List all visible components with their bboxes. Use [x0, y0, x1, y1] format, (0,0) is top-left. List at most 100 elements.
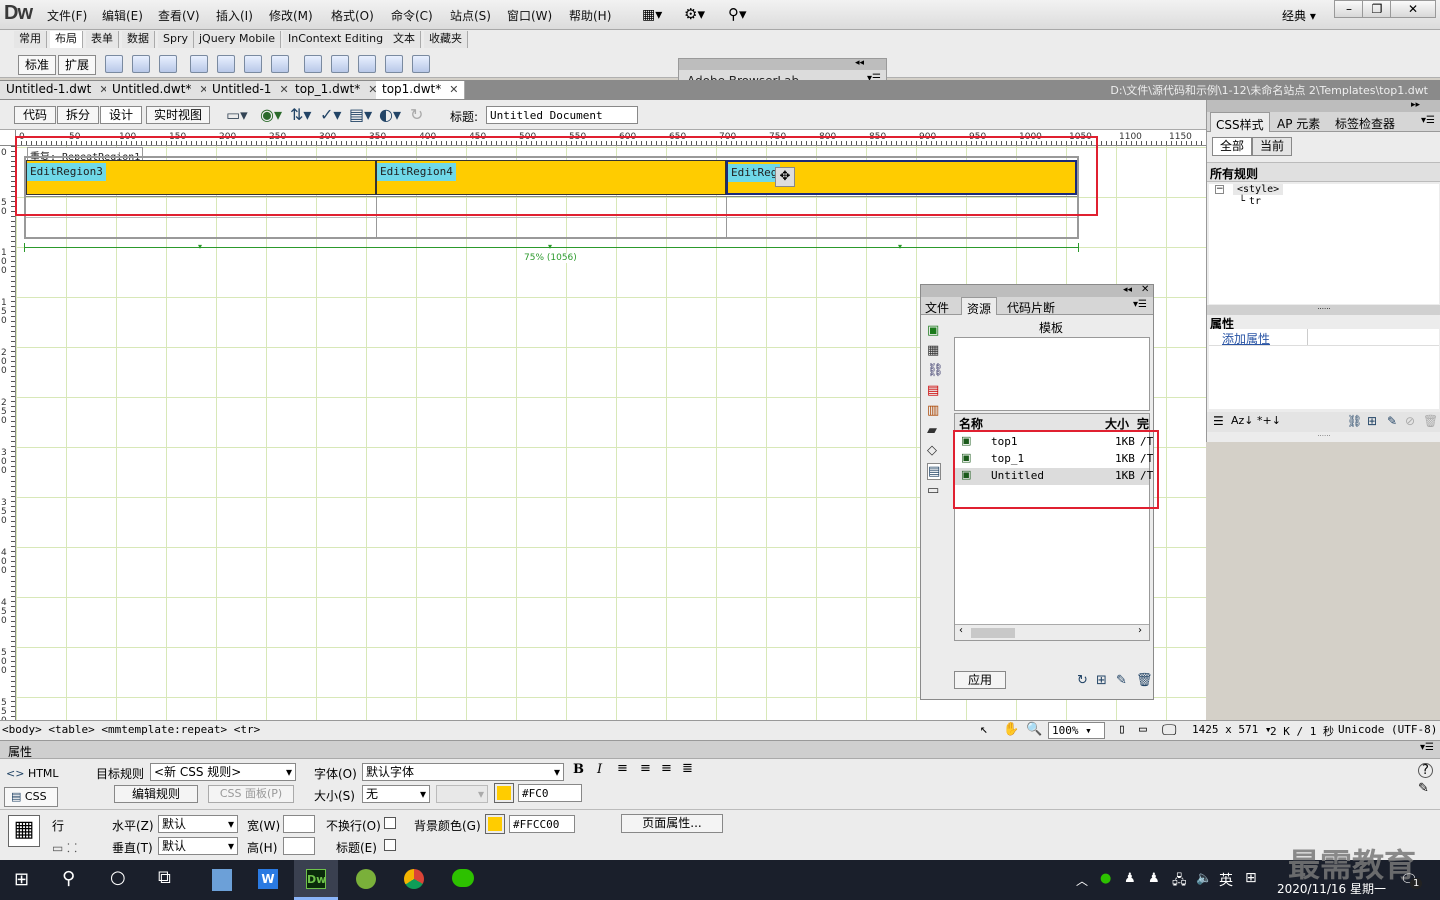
taskbar-app-wechat[interactable] [440, 860, 484, 900]
set-props-icon[interactable]: *+↓ [1257, 414, 1281, 427]
network-icon[interactable]: 🖧 [1172, 871, 1187, 893]
spry-accordion-icon[interactable] [244, 55, 262, 73]
document-title-input[interactable] [486, 106, 638, 124]
tab-files[interactable]: 文件 [925, 299, 949, 316]
menu-edit[interactable]: 编辑(E) [102, 7, 143, 24]
select-tool-icon[interactable]: ↖ [980, 722, 988, 737]
panel-menu-icon[interactable]: ▾☰ [1420, 742, 1434, 753]
ime-mode-icon[interactable]: ⊞ [1245, 870, 1257, 886]
css-mode-button[interactable]: ▤ CSS [4, 787, 58, 807]
search-icon[interactable]: ⚲ [62, 868, 75, 889]
shockwave-icon[interactable]: ▥ [927, 403, 939, 418]
collapse-icon[interactable]: ◂◂ [855, 58, 864, 68]
horizontal-scrollbar[interactable]: ‹ › [955, 624, 1149, 640]
tab-forms[interactable]: 表单 [86, 31, 119, 48]
urls-icon[interactable]: ⛓ [927, 363, 944, 378]
table-width-label[interactable]: 75% (1056) [522, 253, 579, 263]
multiscreen-icon[interactable]: ▭▾ [226, 106, 248, 124]
flash-icon[interactable]: ▤ [927, 383, 939, 398]
table-width-indicator[interactable]: ▾ ▾ ▾ 75% (1056) [24, 242, 1079, 263]
menu-window[interactable]: 窗口(W) [507, 7, 552, 24]
frames-icon[interactable] [385, 55, 403, 73]
browser-compat-icon[interactable]: ◐▾ [379, 105, 401, 124]
tab-assets[interactable]: 资源 [961, 297, 998, 316]
quick-tag-icon[interactable]: ✎ [1418, 781, 1429, 796]
iframe-icon[interactable] [412, 55, 430, 73]
menu-help[interactable]: 帮助(H) [569, 7, 611, 24]
align-center-icon[interactable]: ≡ [640, 761, 651, 776]
column-menu-icon[interactable]: ▾ [198, 242, 202, 251]
zoom-tool-icon[interactable]: 🔍 [1026, 722, 1042, 737]
menu-format[interactable]: 格式(O) [331, 7, 374, 24]
doc-tab[interactable]: Untitled.dwt* ✕ [106, 81, 216, 99]
taskbar-app-dreamweaver[interactable]: Dw [294, 860, 338, 900]
taskbar-app-notepad[interactable] [200, 860, 244, 900]
italic-button[interactable]: I [597, 762, 602, 777]
visual-aids-icon[interactable]: ▤▾ [349, 105, 372, 124]
tab-data[interactable]: 数据 [122, 31, 155, 48]
task-view-icon[interactable]: ⧉ [158, 867, 171, 888]
wechat-tray-icon[interactable]: ● [1100, 871, 1111, 886]
scripts-icon[interactable]: ◇ [927, 443, 937, 458]
target-rule-select[interactable]: <新 CSS 规则> ▾ [150, 763, 296, 781]
scroll-thumb[interactable] [971, 628, 1015, 638]
new-template-icon[interactable]: ⊞ [1096, 673, 1107, 688]
hand-tool-icon[interactable]: ✋ [1003, 722, 1019, 737]
tab-incontext[interactable]: InContext Editing [283, 31, 390, 48]
doc-tab[interactable]: Untitled-1 ✕ [206, 81, 296, 99]
align-justify-icon[interactable]: ≣ [682, 761, 693, 776]
zoom-select[interactable]: 100% ▾ [1048, 722, 1105, 739]
spry-collapsible-icon[interactable] [271, 55, 289, 73]
bgcolor-swatch[interactable] [485, 814, 505, 834]
panel-resize-handle[interactable]: ······ [1207, 432, 1440, 442]
chevron-up-icon[interactable]: ︿ [1076, 872, 1088, 889]
tab-jquery-mobile[interactable]: jQuery Mobile [194, 31, 282, 48]
tab-css-styles[interactable]: CSS样式 [1210, 112, 1270, 132]
colors-icon[interactable]: ▦ [927, 343, 939, 358]
tree-toggle-icon[interactable]: − [1215, 185, 1224, 194]
tab-favorites[interactable]: 收藏夹 [424, 31, 468, 48]
workspace-switcher[interactable]: 经典 ▾ [1282, 7, 1316, 24]
file-management-icon[interactable]: ⇅▾ [290, 105, 311, 124]
text-color-swatch[interactable] [494, 783, 514, 803]
tablet-size-icon[interactable]: ▭ [1139, 722, 1147, 737]
apply-button[interactable]: 应用 [954, 671, 1006, 689]
delete-icon[interactable]: 🗑 [1136, 673, 1153, 688]
bgcolor-input[interactable] [509, 815, 575, 833]
insert-div-icon[interactable] [132, 55, 150, 73]
font-select[interactable]: 默认字体 ▾ [362, 763, 564, 781]
doc-tab-active[interactable]: top1.dwt* ✕ [376, 81, 466, 99]
html-mode-button[interactable]: <> HTML [6, 767, 59, 780]
align-right-icon[interactable]: ≡ [661, 761, 672, 776]
close-button[interactable]: ✕ [1390, 0, 1436, 18]
tab-text[interactable]: 文本 [388, 31, 421, 48]
current-mode-button[interactable]: 当前 [1252, 137, 1292, 156]
width-input[interactable] [283, 815, 315, 833]
all-mode-button[interactable]: 全部 [1212, 137, 1252, 156]
edit-rule-button[interactable]: 编辑规则 [114, 785, 198, 803]
expanded-mode-button[interactable]: 扩展 [58, 55, 96, 75]
edit-icon[interactable]: ✎ [1116, 673, 1127, 688]
ruler-origin[interactable] [0, 130, 16, 146]
layout-icon[interactable]: ▦▾ [642, 7, 662, 23]
menu-file[interactable]: 文件(F) [47, 7, 87, 24]
qq-tray-icon[interactable]: ♟ [1148, 871, 1160, 886]
halign-select[interactable]: 默认 ▾ [158, 815, 238, 833]
tab-layout[interactable]: 布局 [50, 31, 83, 48]
nowrap-checkbox[interactable] [384, 817, 396, 829]
menu-insert[interactable]: 插入(I) [216, 7, 253, 24]
size-select[interactable]: 无 ▾ [362, 785, 430, 803]
attach-style-icon[interactable]: ⛓ [1347, 414, 1362, 428]
text-color-input[interactable] [518, 784, 582, 802]
spry-tabbed-icon[interactable] [217, 55, 235, 73]
column-menu-icon[interactable]: ▾ [548, 242, 552, 251]
collapse-icon[interactable]: ◂◂ [1123, 285, 1132, 295]
panel-gripper[interactable] [921, 285, 1153, 297]
valign-select[interactable]: 默认 ▾ [158, 837, 238, 855]
disable-icon[interactable]: ⊘ [1405, 414, 1415, 428]
new-rule-icon[interactable]: ⊞ [1367, 414, 1377, 428]
tab-tag-inspector[interactable]: 标签检查器 [1335, 115, 1395, 132]
rule-item[interactable]: tr [1249, 196, 1261, 207]
volume-icon[interactable]: 🔈 [1196, 871, 1212, 886]
tab-snippets[interactable]: 代码片断 [1007, 299, 1055, 316]
